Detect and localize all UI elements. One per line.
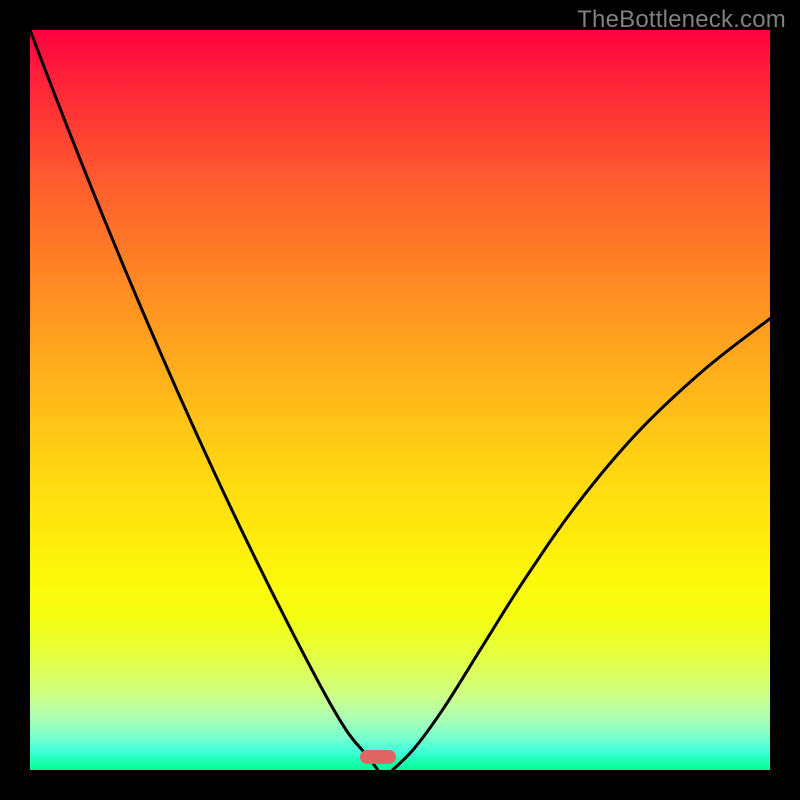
chart-frame: TheBottleneck.com xyxy=(0,0,800,800)
optimal-marker xyxy=(360,750,396,764)
curve-path-right xyxy=(393,319,770,770)
bottleneck-curve xyxy=(30,30,770,770)
watermark-text: TheBottleneck.com xyxy=(577,6,786,34)
curve-path-left xyxy=(30,30,378,770)
plot-area xyxy=(30,30,770,770)
